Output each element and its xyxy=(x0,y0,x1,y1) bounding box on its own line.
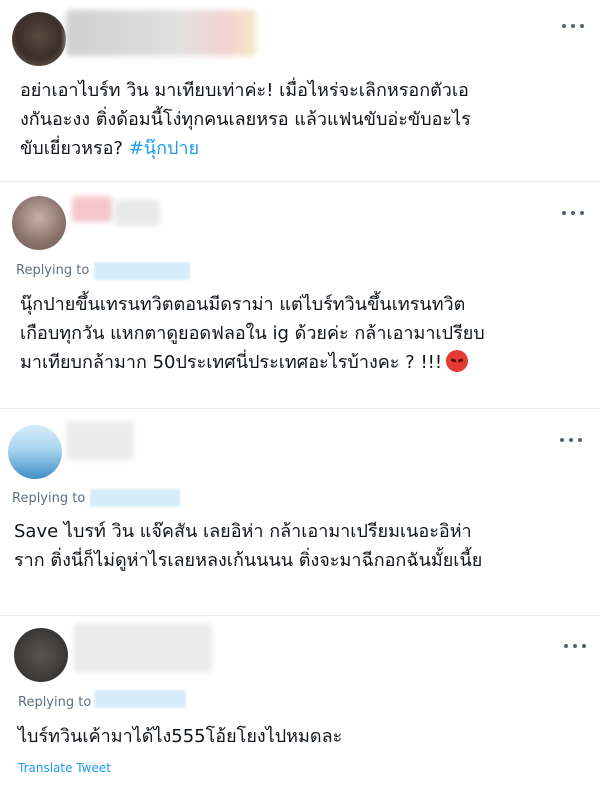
avatar[interactable] xyxy=(12,12,66,66)
tweet-text: อย่าเอาไบร์ท วิน มาเทียบเท่าค่ะ! เมื่อไห… xyxy=(20,80,471,159)
hashtag-link[interactable]: #นุ๊กปาย xyxy=(129,138,199,159)
username-blurred[interactable] xyxy=(66,421,134,461)
tweet-3: Replying to Save ไบรท์ วิน แจ๊คสัน เลยอิ… xyxy=(0,409,600,615)
translate-tweet-link[interactable]: Translate Tweet xyxy=(18,761,111,775)
username-blurred[interactable] xyxy=(72,196,112,222)
avatar[interactable] xyxy=(14,628,68,682)
tweet-text: Save ไบรท์ วิน แจ๊คสัน เลยอิห่า กล้าเอาม… xyxy=(14,521,483,571)
tweet-2: Replying to นุ๊กปายขึ้นเทรนทวิตตอนมีดราม… xyxy=(0,182,600,408)
tweet-1: อย่าเอาไบร์ท วิน มาเทียบเท่าค่ะ! เมื่อไห… xyxy=(0,0,600,180)
tweet-text: นุ๊กปายขึ้นเทรนทวิตตอนมีดราม่า แต่ไบร์ทว… xyxy=(20,294,485,373)
angry-face-emoji xyxy=(446,350,469,372)
username-blurred[interactable] xyxy=(74,624,212,672)
username-blurred[interactable] xyxy=(66,10,256,56)
replying-to-label: Replying to xyxy=(16,263,90,278)
username-blurred[interactable] xyxy=(114,200,160,226)
more-options-icon[interactable] xyxy=(562,21,584,31)
reply-handle-blurred[interactable] xyxy=(94,690,186,708)
avatar[interactable] xyxy=(12,196,66,250)
more-options-icon[interactable] xyxy=(564,641,586,651)
replying-to-label: Replying to xyxy=(12,491,86,506)
more-options-icon[interactable] xyxy=(562,208,584,218)
avatar[interactable] xyxy=(8,425,62,479)
more-options-icon[interactable] xyxy=(560,435,582,445)
reply-handle-blurred[interactable] xyxy=(90,489,180,507)
tweet-text: ไบร์ทวินเค้ามาได้ไง555โอ้ยโยงไปหมดละ xyxy=(18,726,343,747)
tweet-4: Replying to ไบร์ทวินเค้ามาได้ไง555โอ้ยโย… xyxy=(0,616,600,800)
reply-handle-blurred[interactable] xyxy=(94,262,190,280)
replying-to-label: Replying to xyxy=(18,695,92,710)
